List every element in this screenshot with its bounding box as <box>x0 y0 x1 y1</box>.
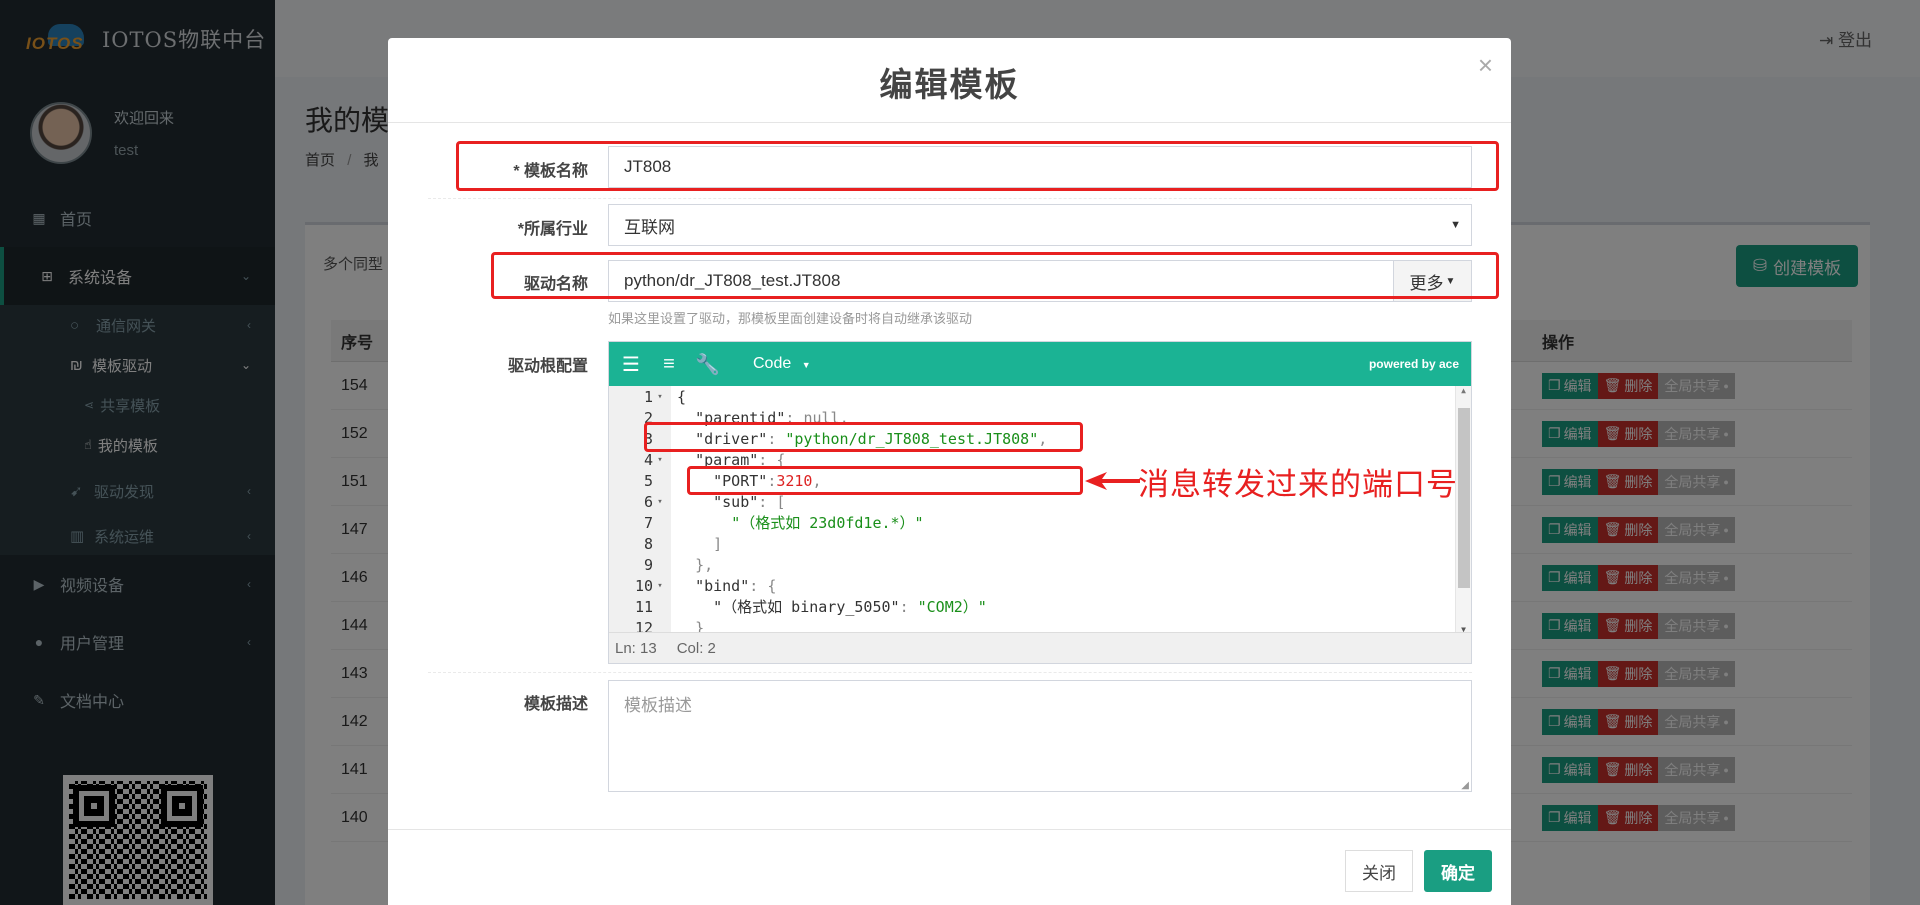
code-line: 8 ] <box>609 533 722 554</box>
description-label: 模板描述 <box>523 696 588 713</box>
code-text: { <box>677 387 687 406</box>
driver-help-text: 如果这里设置了驱动，那模板里面创建设备时将自动继承该驱动 <box>608 311 973 326</box>
format-icon[interactable]: ☰ <box>619 352 643 377</box>
line-number: 4 <box>643 450 653 469</box>
code-text: }, <box>695 555 714 574</box>
industry-select[interactable]: 互联网 ▼ <box>608 204 1472 246</box>
editor-statusbar: Ln: 13 Col: 2 <box>609 632 1471 663</box>
code-value: { <box>767 576 777 595</box>
industry-label: *所属行业 <box>517 221 588 238</box>
code-text: ] <box>713 534 723 553</box>
port-annotation-note: 消息转发过来的端口号 <box>1138 467 1458 503</box>
line-number: 7 <box>643 513 653 532</box>
line-number: 9 <box>643 555 653 574</box>
driver-config-label: 驱动根配置 <box>507 358 588 375</box>
code-value: "COM2）" <box>917 598 987 616</box>
confirm-button[interactable]: 确定 <box>1424 850 1492 892</box>
wrench-icon[interactable]: 🔧 <box>695 352 720 377</box>
compact-icon[interactable]: ≡ <box>657 353 681 376</box>
close-icon[interactable]: × <box>1478 50 1493 81</box>
description-placeholder: 模板描述 <box>624 696 692 715</box>
divider <box>428 198 1472 199</box>
editor-mode-dropdown[interactable]: Code ▼ <box>753 355 811 373</box>
code-value: [ <box>776 492 786 511</box>
line-number: 11 <box>634 597 653 616</box>
line-number: 5 <box>643 471 653 490</box>
code-line: 1 ▾ { <box>609 386 686 407</box>
resize-handle-icon[interactable]: ◢ <box>1461 780 1469 791</box>
fold-icon[interactable]: ▾ <box>653 581 667 591</box>
description-textarea[interactable]: 模板描述 ◢ <box>608 680 1472 792</box>
code-value: "（格式如 23d0fd1e.*）" <box>731 514 924 532</box>
powered-by-ace[interactable]: powered by ace <box>1369 357 1459 371</box>
editor-scrollbar[interactable]: ▲ ▼ <box>1455 386 1471 634</box>
divider <box>388 122 1511 123</box>
fold-icon[interactable]: ▾ <box>653 392 667 402</box>
divider <box>428 672 1472 673</box>
editor-mode-label: Code <box>753 355 792 372</box>
scroll-up-icon[interactable]: ▲ <box>1456 386 1471 395</box>
annotation-box-driver-line <box>644 422 1083 452</box>
code-line: 9 }, <box>609 554 713 575</box>
line-number: 8 <box>643 534 653 553</box>
caret-down-icon: ▼ <box>1450 219 1461 231</box>
modal-title: 编辑模板 <box>879 66 1020 103</box>
line-number: 6 <box>643 492 653 511</box>
industry-value: 互联网 <box>624 217 675 237</box>
divider <box>388 829 1511 830</box>
cursor-line: Ln: 13 <box>615 639 657 657</box>
caret-down-icon: ▼ <box>801 360 811 370</box>
annotation-box-name <box>456 141 1499 191</box>
close-button[interactable]: 关闭 <box>1345 850 1413 892</box>
code-line: 10 ▾ "bind": { <box>609 575 776 596</box>
code-key: "（格式如 binary_5050" <box>713 598 900 616</box>
annotation-box-driver <box>491 252 1499 299</box>
code-key: "bind" <box>695 576 750 595</box>
code-line: 11 "（格式如 binary_5050": "COM2）" <box>609 596 987 617</box>
cursor-col: Col: 2 <box>676 639 716 657</box>
fold-icon[interactable]: ▾ <box>653 455 667 465</box>
line-number: 10 <box>634 576 653 595</box>
code-key: "sub" <box>713 492 759 511</box>
line-number: 1 <box>643 387 653 406</box>
annotation-arrow-icon <box>1085 472 1140 490</box>
fold-icon[interactable]: ▾ <box>653 497 667 507</box>
scroll-thumb[interactable] <box>1458 408 1470 588</box>
code-line: 7 "（格式如 23d0fd1e.*）" <box>609 512 924 533</box>
annotation-box-port-line <box>687 466 1083 495</box>
editor-toolbar: ☰ ≡ 🔧 Code ▼ powered by ace <box>609 342 1471 386</box>
